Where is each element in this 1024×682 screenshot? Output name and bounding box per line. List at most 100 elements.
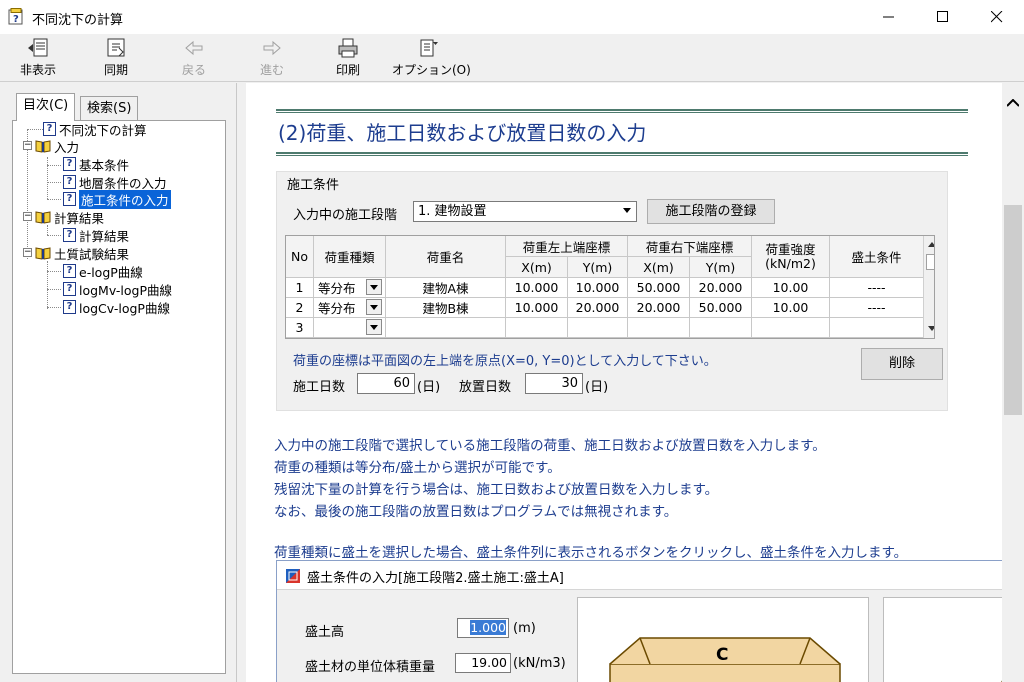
open-book-icon bbox=[35, 140, 51, 153]
hide-button[interactable]: 非表示 bbox=[8, 36, 68, 80]
tree-item-label: logCv-logP曲線 bbox=[79, 300, 170, 316]
back-button[interactable]: 戻る bbox=[164, 36, 224, 80]
print-button[interactable]: 印刷 bbox=[318, 36, 378, 80]
help-topic-icon: ? bbox=[63, 228, 76, 242]
delete-button[interactable]: 削除 bbox=[861, 348, 943, 380]
y2-cell[interactable]: 20.000 bbox=[690, 278, 752, 298]
load-type-dropdown-button[interactable] bbox=[366, 319, 382, 335]
collapse-icon[interactable]: − bbox=[23, 141, 32, 150]
leave-days-unit: (日) bbox=[585, 380, 609, 395]
leave-days-input[interactable]: 30 bbox=[525, 373, 583, 394]
x1-cell[interactable]: 10.000 bbox=[506, 298, 568, 318]
x2-cell[interactable] bbox=[628, 318, 690, 338]
x2-cell[interactable]: 50.000 bbox=[628, 278, 690, 298]
construction-days-input[interactable]: 60 bbox=[357, 373, 415, 394]
tree-connector bbox=[47, 199, 61, 200]
tree-item-construction-conditions[interactable]: ? 施工条件の入力 bbox=[63, 189, 171, 209]
help-window: ? 不同沈下の計算 非表示 同期 戻る 進む 印刷 オプション(O) 目次(C)… bbox=[0, 0, 1024, 682]
sync-icon bbox=[107, 38, 125, 57]
app-icon bbox=[286, 569, 300, 583]
forward-arrow-icon bbox=[263, 40, 281, 56]
dialog-title: 盛土条件の入力[施工段階2.盛土施工:盛土A] bbox=[307, 571, 564, 586]
maximize-button[interactable] bbox=[920, 0, 966, 34]
collapse-icon[interactable]: − bbox=[23, 248, 32, 257]
minimize-button[interactable] bbox=[866, 0, 912, 34]
sync-button[interactable]: 同期 bbox=[86, 36, 146, 80]
tree-item-ground-conditions[interactable]: ? 地層条件の入力 bbox=[63, 173, 167, 191]
fill-shape-label: C bbox=[716, 645, 728, 665]
fill-condition-cell: ---- bbox=[830, 298, 924, 318]
content-scroll-thumb[interactable] bbox=[1004, 205, 1022, 415]
tree-item-label: e-logP曲線 bbox=[79, 264, 143, 280]
tree-item-basic-conditions[interactable]: ? 基本条件 bbox=[63, 155, 129, 173]
x1-cell[interactable]: 10.000 bbox=[506, 278, 568, 298]
grid-scroll-thumb[interactable] bbox=[926, 254, 934, 270]
tree-connector bbox=[27, 129, 43, 130]
intensity-cell[interactable]: 10.00 bbox=[752, 298, 830, 318]
load-type-cell[interactable]: 等分布 bbox=[314, 298, 386, 318]
tree-item-logcv[interactable]: ? logCv-logP曲線 bbox=[63, 298, 170, 316]
x2-cell[interactable]: 20.000 bbox=[628, 298, 690, 318]
tree-item-elogp[interactable]: ? e-logP曲線 bbox=[63, 262, 143, 280]
fill-condition-cell: ---- bbox=[830, 278, 924, 298]
collapse-icon[interactable]: − bbox=[23, 212, 32, 221]
group-label: 施工条件 bbox=[287, 178, 340, 193]
y1-cell[interactable] bbox=[568, 318, 628, 338]
open-book-icon bbox=[35, 211, 51, 224]
load-name-cell[interactable]: 建物B棟 bbox=[386, 298, 506, 318]
tree-item-results[interactable]: 計算結果 bbox=[35, 208, 104, 226]
load-type-dropdown-button[interactable] bbox=[366, 299, 382, 315]
help-app-icon: ? bbox=[8, 8, 23, 25]
tree-item-input[interactable]: 入力 bbox=[35, 137, 79, 155]
help-topic-icon: ? bbox=[63, 282, 76, 296]
chevron-down-icon bbox=[370, 305, 378, 310]
y2-cell[interactable]: 50.000 bbox=[690, 298, 752, 318]
description-line: 荷重種類に盛土を選択した場合、盛土条件列に表示されるボタンをクリックし、盛土条件… bbox=[274, 545, 908, 561]
y1-cell[interactable]: 20.000 bbox=[568, 298, 628, 318]
load-type-cell[interactable] bbox=[314, 318, 386, 338]
register-stage-button[interactable]: 施工段階の登録 bbox=[647, 199, 775, 224]
tree-item-root[interactable]: ? 不同沈下の計算 bbox=[43, 120, 147, 138]
tab-contents[interactable]: 目次(C) bbox=[16, 93, 76, 121]
close-button[interactable] bbox=[974, 0, 1020, 34]
tree-item-label: 土質試験結果 bbox=[54, 246, 130, 262]
description-line: なお、最後の施工段階の放置日数はプログラムでは無視されます。 bbox=[274, 504, 678, 520]
x1-cell[interactable] bbox=[506, 318, 568, 338]
heading-rule-bottom bbox=[276, 152, 968, 156]
stage-select[interactable]: 1. 建物設置 bbox=[413, 201, 637, 222]
load-type-cell[interactable]: 等分布 bbox=[314, 278, 386, 298]
intensity-cell[interactable] bbox=[752, 318, 830, 338]
content-scrollbar[interactable] bbox=[1002, 83, 1024, 682]
scroll-up-icon bbox=[1007, 99, 1019, 107]
load-name-cell[interactable]: 建物A棟 bbox=[386, 278, 506, 298]
forward-button[interactable]: 進む bbox=[242, 36, 302, 80]
column-header-y1: Y(m) bbox=[568, 257, 628, 278]
intensity-cell[interactable]: 10.00 bbox=[752, 278, 830, 298]
load-type-value: 等分布 bbox=[318, 301, 356, 316]
y1-cell[interactable]: 10.000 bbox=[568, 278, 628, 298]
fill-height-input[interactable]: 1.000 bbox=[457, 618, 509, 638]
intensity-header-label: 荷重強度 bbox=[765, 241, 816, 257]
tree-item-logmv[interactable]: ? logMv-logP曲線 bbox=[63, 280, 172, 298]
load-name-cell[interactable] bbox=[386, 318, 506, 338]
tree-connector bbox=[47, 182, 61, 183]
tab-search[interactable]: 検索(S) bbox=[80, 96, 139, 120]
load-type-dropdown-button[interactable] bbox=[366, 279, 382, 295]
row-number: 1 bbox=[286, 278, 314, 298]
coordinate-note: 荷重の座標は平面図の左上端を原点(X=0, Y=0)として入力して下さい。 bbox=[293, 354, 717, 369]
tree-item-soil-tests[interactable]: 土質試験結果 bbox=[35, 244, 129, 262]
chevron-down-icon bbox=[370, 285, 378, 290]
column-header-name: 荷重名 bbox=[386, 236, 506, 278]
options-button[interactable]: オプション(O) bbox=[392, 36, 471, 80]
back-label: 戻る bbox=[181, 63, 206, 77]
printer-icon bbox=[338, 38, 358, 58]
grid-scrollbar[interactable] bbox=[923, 236, 934, 338]
unit-weight-input[interactable]: 19.00 bbox=[455, 653, 511, 673]
row-number: 3 bbox=[286, 318, 314, 338]
tree-connector bbox=[47, 235, 61, 236]
tree-item-results-detail[interactable]: ? 計算結果 bbox=[63, 226, 129, 244]
column-header-fill: 盛土条件 bbox=[830, 236, 924, 278]
help-topic-icon: ? bbox=[63, 192, 76, 206]
tree-item-label: logMv-logP曲線 bbox=[79, 282, 173, 298]
y2-cell[interactable] bbox=[690, 318, 752, 338]
